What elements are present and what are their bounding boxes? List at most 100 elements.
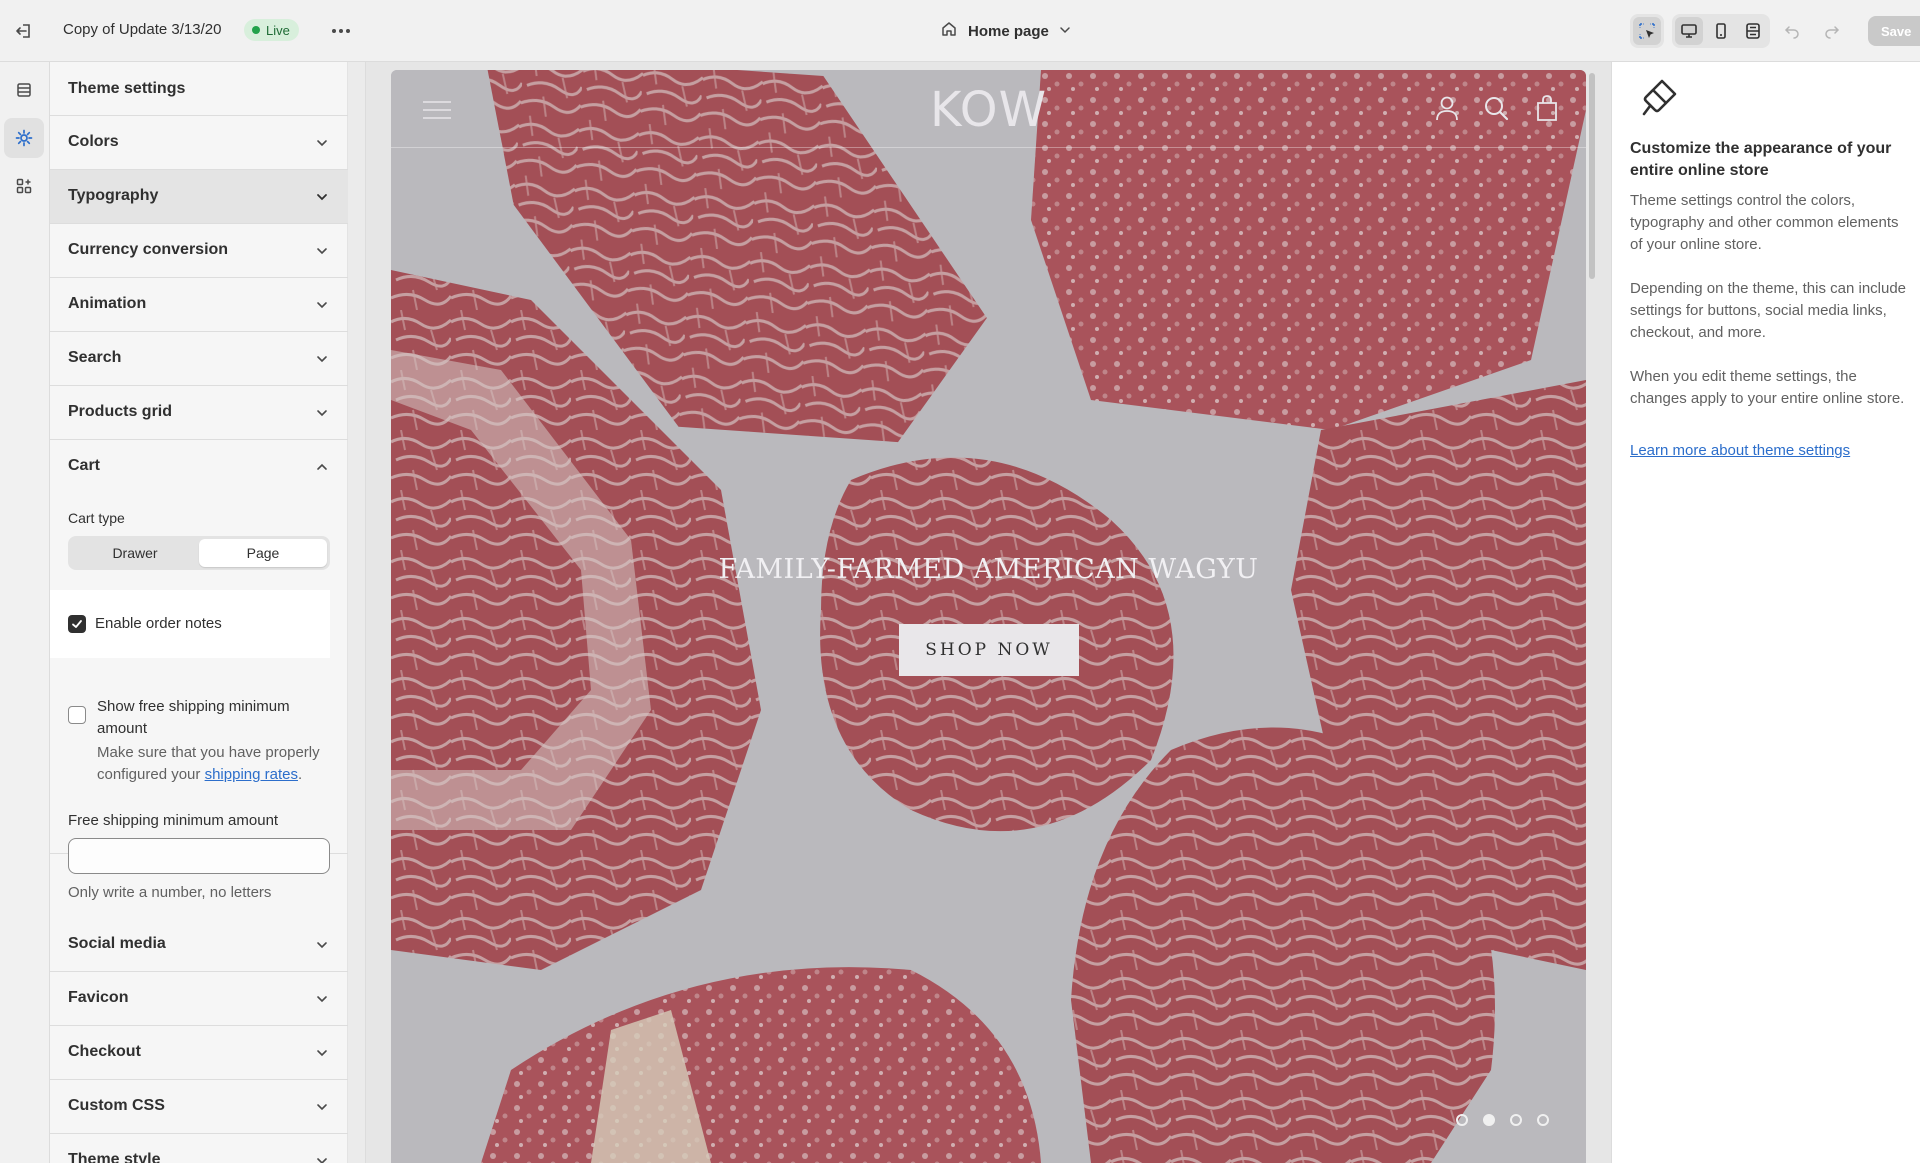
section-label: Social media [68,935,166,952]
cart-icon[interactable] [1533,94,1561,122]
setting-section-search[interactable]: Search [50,332,348,386]
account-icon[interactable] [1433,94,1461,122]
setting-section-favicon[interactable]: Favicon [50,972,348,1026]
chevron-down-icon [1059,23,1071,40]
info-paragraph: Depending on the theme, this can include… [1630,280,1907,341]
setting-section-products-grid[interactable]: Products grid [50,386,348,440]
free-shipping-amount-help: Only write a number, no letters [68,884,272,901]
section-label: Currency conversion [68,241,229,258]
editor-sidebar-rail [0,62,50,1163]
setting-section-checkout[interactable]: Checkout [50,1026,348,1080]
more-icon[interactable] [326,17,356,45]
apps-icon[interactable] [4,166,44,206]
setting-section-custom-css[interactable]: Custom CSS [50,1080,348,1134]
slide-dot[interactable] [1537,1114,1549,1126]
viewport-switcher [1672,14,1770,48]
slideshow-dots [1456,1114,1549,1126]
setting-section-colors[interactable]: Colors [50,116,348,170]
shipping-rates-link[interactable]: shipping rates [205,766,298,783]
live-badge: Live [244,19,299,41]
redo-icon[interactable] [1818,17,1846,45]
hero-title: FAMILY-FARMED AMERICAN WAGYU [718,554,1259,585]
cart-type-segmented-control: Drawer Page [68,536,330,570]
cart-type-page-option[interactable]: Page [199,539,327,567]
undo-icon[interactable] [1778,17,1806,45]
chevron-up-icon [317,463,327,470]
chevron-down-icon [317,248,327,255]
chevron-down-icon [317,302,327,309]
page-picker-label: Home page [968,22,1049,40]
mobile-icon[interactable] [1707,17,1735,45]
settings-list: Theme settings Colors Typography Currenc… [50,62,348,1163]
enable-order-notes-label: Enable order notes [95,615,222,632]
inspector-icon[interactable] [1633,17,1661,45]
top-bar: Copy of Update 3/13/20 Live Home page Sa… [0,0,1920,62]
slide-dot[interactable] [1456,1114,1468,1126]
store-header: KOW [391,70,1586,148]
sections-icon[interactable] [4,70,44,110]
exit-icon[interactable] [10,17,38,45]
setting-section-cart[interactable]: Cart [50,440,348,494]
inspector-toggle [1630,14,1664,48]
section-label: Favicon [68,989,129,1006]
panel-title: Theme settings [68,80,186,97]
free-shipping-checkbox[interactable] [68,706,86,724]
slide-dot[interactable] [1510,1114,1522,1126]
info-paragraph: Theme settings control the colors, typog… [1630,192,1899,253]
info-paragraph: When you edit theme settings, the change… [1630,368,1905,407]
chevron-down-icon [317,1158,327,1163]
fullwidth-icon[interactable] [1739,17,1767,45]
section-label: Typography [68,187,159,204]
desktop-icon[interactable] [1675,17,1703,45]
free-shipping-label: Show free shipping minimum amount [97,698,290,737]
chevron-down-icon [317,1104,327,1111]
section-label: Checkout [68,1043,141,1060]
preview-overlay [391,70,1586,1163]
section-label: Search [68,349,122,366]
live-dot-icon [252,26,260,34]
enable-order-notes-checkbox[interactable] [68,615,86,633]
help-text-suffix: . [297,766,303,783]
search-icon[interactable] [1482,94,1510,122]
chevron-down-icon [317,942,327,949]
preview-scrollbar[interactable] [1589,73,1595,279]
home-icon [940,20,958,42]
setting-section-theme-style[interactable]: Theme style [50,1134,348,1163]
section-label: Theme style [68,1151,161,1163]
paintbrush-icon [1642,79,1677,116]
save-button[interactable]: Save [1868,16,1920,46]
gear-icon[interactable] [4,118,44,158]
store-logo[interactable]: KOW [391,82,1586,138]
cart-type-label: Cart type [68,510,125,526]
learn-more-link[interactable]: Learn more about theme settings [1630,442,1850,459]
setting-section-typography[interactable]: Typography [50,170,348,224]
info-heading: Customize the appearance of your entire … [1630,140,1892,179]
chevron-down-icon [317,194,327,201]
section-label: Cart [68,457,101,474]
section-label: Custom CSS [68,1097,165,1114]
chevron-down-icon [317,140,327,147]
theme-name: Copy of Update 3/13/20 [63,21,222,38]
slide-dot-active[interactable] [1483,1114,1495,1126]
setting-section-animation[interactable]: Animation [50,278,348,332]
setting-section-social-media[interactable]: Social media [50,918,348,972]
page-picker[interactable]: Home page [940,17,1071,45]
section-label: Colors [68,133,119,150]
checkmark-icon [72,620,82,628]
cart-settings: Cart type Drawer Page Enable order notes… [50,492,348,901]
section-label: Products grid [68,403,173,420]
free-shipping-amount-label: Free shipping minimum amount [68,812,279,829]
store-preview[interactable]: KOW FAMILY-FARMED AMERICAN WAGYU SHOP NO… [391,70,1586,1163]
chevron-down-icon [317,410,327,417]
shop-now-button[interactable]: SHOP NOW [899,624,1079,676]
info-panel: Customize the appearance of your entire … [1611,62,1920,1163]
free-shipping-amount-input[interactable] [68,838,330,874]
chevron-down-icon [317,996,327,1003]
chevron-down-icon [317,1050,327,1057]
enable-order-notes-row[interactable]: Enable order notes [50,590,330,658]
setting-section-currency-conversion[interactable]: Currency conversion [50,224,348,278]
panel-scrollbar[interactable] [351,62,363,1163]
free-shipping-help: Make sure that you have properly configu… [97,742,332,786]
cart-type-drawer-option[interactable]: Drawer [71,539,199,567]
chevron-down-icon [317,356,327,363]
